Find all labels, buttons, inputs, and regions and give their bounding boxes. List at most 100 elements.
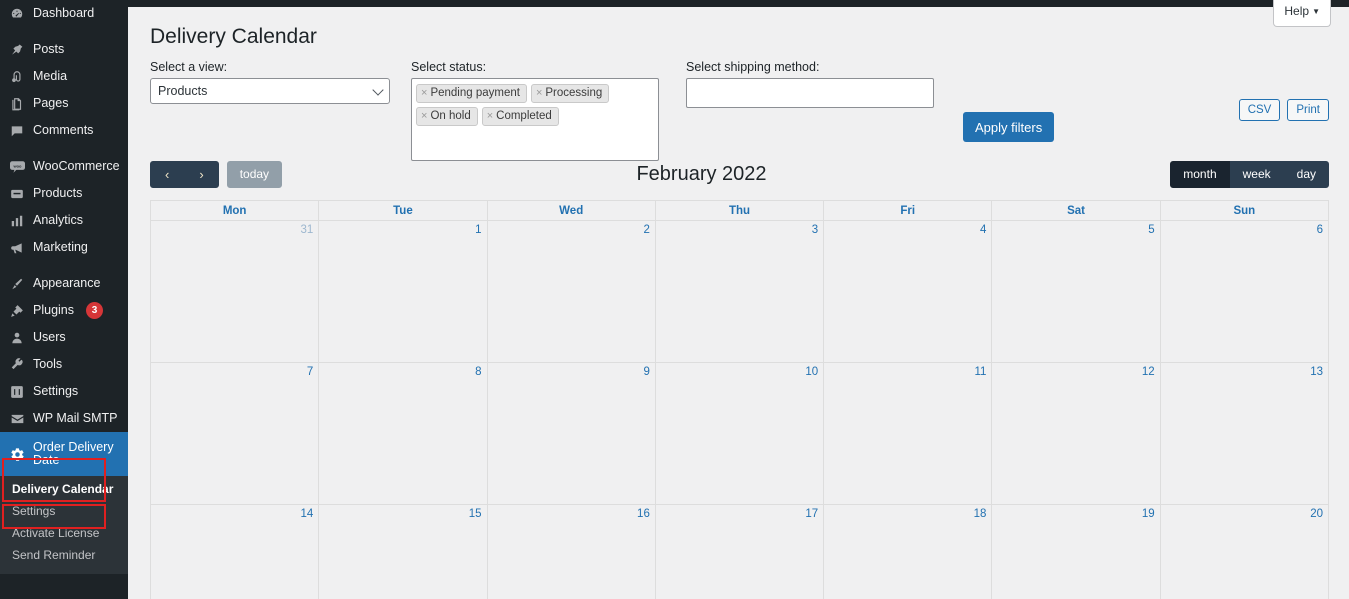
csv-export-button[interactable]: CSV: [1238, 99, 1281, 122]
sidebar-item-appearance[interactable]: Appearance: [0, 270, 128, 297]
remove-token-icon[interactable]: ×: [421, 87, 427, 100]
apply-filters-button[interactable]: Apply filters: [963, 112, 1055, 143]
calendar-day-cell[interactable]: 4: [823, 220, 993, 363]
products-icon: [9, 186, 25, 202]
sidebar-item-wp-mail-smtp[interactable]: WP Mail SMTP: [0, 405, 128, 432]
sidebar-item-label: Marketing: [33, 240, 88, 255]
day-number: 19: [1141, 508, 1155, 520]
day-number: 5: [1148, 224, 1155, 236]
help-tab-button[interactable]: Help ▼: [1273, 0, 1331, 27]
day-number: 20: [1310, 508, 1323, 520]
sidebar-item-tools[interactable]: Tools: [0, 351, 128, 378]
calendar-nav-group: ‹ ›: [150, 161, 219, 188]
calendar-day-cell[interactable]: 7: [149, 362, 320, 505]
calendar-day-cell[interactable]: 17: [654, 504, 825, 599]
calendar-day-cell[interactable]: 3: [654, 220, 825, 363]
day-number: 17: [805, 508, 819, 520]
shipping-method-input[interactable]: [686, 78, 934, 109]
submenu-item-delivery-calendar[interactable]: Delivery Calendar: [0, 478, 128, 500]
sidebar-item-comments[interactable]: Comments: [0, 117, 128, 144]
analytics-icon: [9, 213, 25, 229]
weekday-header: Mon: [149, 200, 320, 221]
sidebar-item-marketing[interactable]: Marketing: [0, 234, 128, 261]
sidebar-item-label: Plugins: [33, 303, 74, 318]
status-token-label: Pending payment: [430, 86, 520, 99]
calendar-day-cell[interactable]: 1: [318, 220, 488, 363]
calendar-view-day-button[interactable]: day: [1283, 161, 1329, 188]
filters-bar: Select a view: Products Select status: ×…: [128, 50, 1349, 162]
print-button[interactable]: Print: [1287, 99, 1329, 122]
sidebar-item-label: WP Mail SMTP: [33, 411, 118, 426]
weekday-header: Fri: [823, 200, 993, 221]
plugins-update-badge: 3: [86, 302, 103, 319]
submenu-item-send-reminder[interactable]: Send Reminder: [0, 544, 128, 566]
view-filter-label: Select a view:: [150, 60, 228, 75]
export-buttons: CSV Print: [1238, 99, 1329, 122]
sidebar-item-products[interactable]: Products: [0, 180, 128, 207]
admin-bar-strip: [128, 0, 1349, 7]
shipping-filter-group: Select shipping method:: [686, 60, 934, 109]
sidebar-item-order-delivery-date[interactable]: Order Delivery Date: [0, 432, 128, 476]
submenu-item-activate-license[interactable]: Activate License: [0, 522, 128, 544]
day-number: 16: [637, 508, 650, 520]
calendar-day-cell[interactable]: 14: [149, 504, 320, 599]
status-token-box[interactable]: × Pending payment × Processing × On hold × Comp…: [411, 78, 659, 162]
calendar-view-group: month week day: [1170, 161, 1329, 188]
marketing-icon: [9, 240, 25, 256]
calendar-day-cell[interactable]: 10: [654, 362, 825, 505]
status-token[interactable]: × Completed: [481, 107, 559, 127]
status-token[interactable]: × Pending payment: [416, 84, 527, 104]
status-filter-group: Select status: × Pending payment × Processi…: [411, 60, 659, 162]
calendar-day-cell[interactable]: 20: [1159, 504, 1330, 599]
sidebar-item-plugins[interactable]: Plugins 3: [0, 297, 128, 324]
status-token-label: On hold: [430, 109, 471, 122]
calendar-day-cell[interactable]: 15: [318, 504, 488, 599]
weekday-header: Tue: [318, 200, 488, 221]
calendar-day-cell[interactable]: 18: [823, 504, 993, 599]
sidebar-item-label: Comments: [33, 123, 94, 138]
calendar-day-cell[interactable]: 13: [1159, 362, 1330, 505]
status-token[interactable]: × Processing: [530, 84, 610, 104]
remove-token-icon[interactable]: ×: [487, 110, 493, 123]
view-select[interactable]: Products: [150, 78, 390, 105]
calendar-view-week-button[interactable]: week: [1229, 161, 1284, 188]
today-button[interactable]: today: [226, 161, 283, 188]
remove-token-icon[interactable]: ×: [421, 110, 427, 123]
calendar-header-row: Mon Tue Wed Thu Fri Sat Sun: [149, 200, 1330, 221]
sidebar-item-users[interactable]: Users: [0, 324, 128, 351]
remove-token-icon[interactable]: ×: [536, 87, 542, 100]
calendar-day-cell[interactable]: 8: [318, 362, 488, 505]
gear-icon: [9, 446, 25, 462]
day-number: 13: [1310, 366, 1323, 378]
calendar-day-cell[interactable]: 9: [486, 362, 656, 505]
day-number: 10: [805, 366, 819, 378]
calendar-day-cell[interactable]: 6: [1159, 220, 1330, 363]
sidebar-item-label: Pages: [33, 96, 69, 111]
users-icon: [9, 330, 25, 346]
calendar-day-cell[interactable]: 2: [486, 220, 656, 363]
day-number: 14: [300, 508, 314, 520]
sidebar-item-media[interactable]: Media: [0, 63, 128, 90]
calendar-week-row: 31 1 2 3 4 5 6: [149, 220, 1330, 363]
calendar-day-cell[interactable]: 19: [991, 504, 1161, 599]
sidebar-item-pages[interactable]: Pages: [0, 90, 128, 117]
sidebar-item-posts[interactable]: Posts: [0, 36, 128, 63]
pin-icon: [9, 42, 25, 58]
submenu-item-settings[interactable]: Settings: [0, 500, 128, 522]
calendar-day-cell[interactable]: 31: [149, 220, 320, 363]
next-month-button[interactable]: ›: [184, 161, 219, 188]
sidebar-item-woocommerce[interactable]: woo WooCommerce: [0, 153, 128, 180]
sidebar-item-settings[interactable]: Settings: [0, 378, 128, 405]
chevron-down-icon: ▼: [1312, 7, 1320, 16]
prev-month-button[interactable]: ‹: [150, 161, 185, 188]
weekday-header: Sat: [991, 200, 1161, 221]
status-token[interactable]: × On hold: [416, 107, 478, 127]
calendar-day-cell[interactable]: 12: [991, 362, 1161, 505]
calendar-view-month-button[interactable]: month: [1170, 161, 1230, 188]
calendar-day-cell[interactable]: 16: [486, 504, 656, 599]
calendar-day-cell[interactable]: 5: [991, 220, 1161, 363]
sidebar-item-dashboard[interactable]: Dashboard: [0, 0, 128, 27]
calendar-day-cell[interactable]: 11: [823, 362, 993, 505]
sidebar-item-analytics[interactable]: Analytics: [0, 207, 128, 234]
calendar-week-row: 7 8 9 10 11 12 13: [149, 362, 1330, 505]
